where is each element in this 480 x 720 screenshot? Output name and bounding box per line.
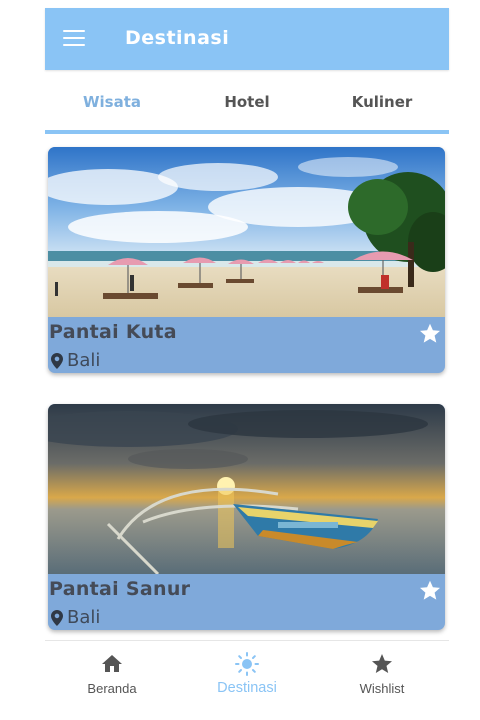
destination-card[interactable]: Pantai Kuta Bali: [48, 147, 445, 373]
star-icon: [372, 654, 392, 673]
sun-icon: [235, 652, 259, 676]
tab-bar: Wisata Hotel Kuliner: [45, 71, 449, 135]
destination-card[interactable]: Pantai Sanur Bali: [48, 404, 445, 630]
location-pin-icon: [51, 609, 63, 626]
location-pin-icon: [51, 352, 63, 369]
beach-with-umbrellas-photo: [48, 147, 445, 317]
nav-label: Wishlist: [359, 681, 405, 696]
bottom-nav: Beranda Destinasi Wishlist: [45, 642, 449, 720]
nav-label: Beranda: [87, 681, 137, 696]
location-label: Bali: [67, 350, 101, 371]
outrigger-boat-sunset-photo: [48, 404, 445, 574]
tab-hotel[interactable]: Hotel: [180, 93, 314, 111]
tab-indicator: [45, 130, 449, 134]
location-label: Bali: [67, 607, 101, 628]
nav-label: Destinasi: [217, 680, 277, 696]
nav-wishlist[interactable]: Wishlist: [315, 642, 449, 702]
card-title: Pantai Kuta: [49, 321, 177, 343]
page-title: Destinasi: [125, 27, 230, 49]
app-bar: Destinasi: [45, 8, 449, 70]
star-icon[interactable]: [418, 579, 442, 603]
nav-beranda[interactable]: Beranda: [45, 642, 179, 702]
home-icon: [102, 655, 122, 672]
nav-destinasi[interactable]: Destinasi: [180, 642, 314, 702]
star-icon[interactable]: [418, 322, 442, 346]
tab-kuliner[interactable]: Kuliner: [315, 93, 449, 111]
menu-icon[interactable]: [63, 29, 85, 47]
card-location: Bali: [51, 607, 100, 628]
card-location: Bali: [51, 350, 100, 371]
tab-wisata[interactable]: Wisata: [45, 93, 179, 111]
bottom-nav-divider: [45, 640, 449, 641]
card-title: Pantai Sanur: [49, 578, 191, 600]
